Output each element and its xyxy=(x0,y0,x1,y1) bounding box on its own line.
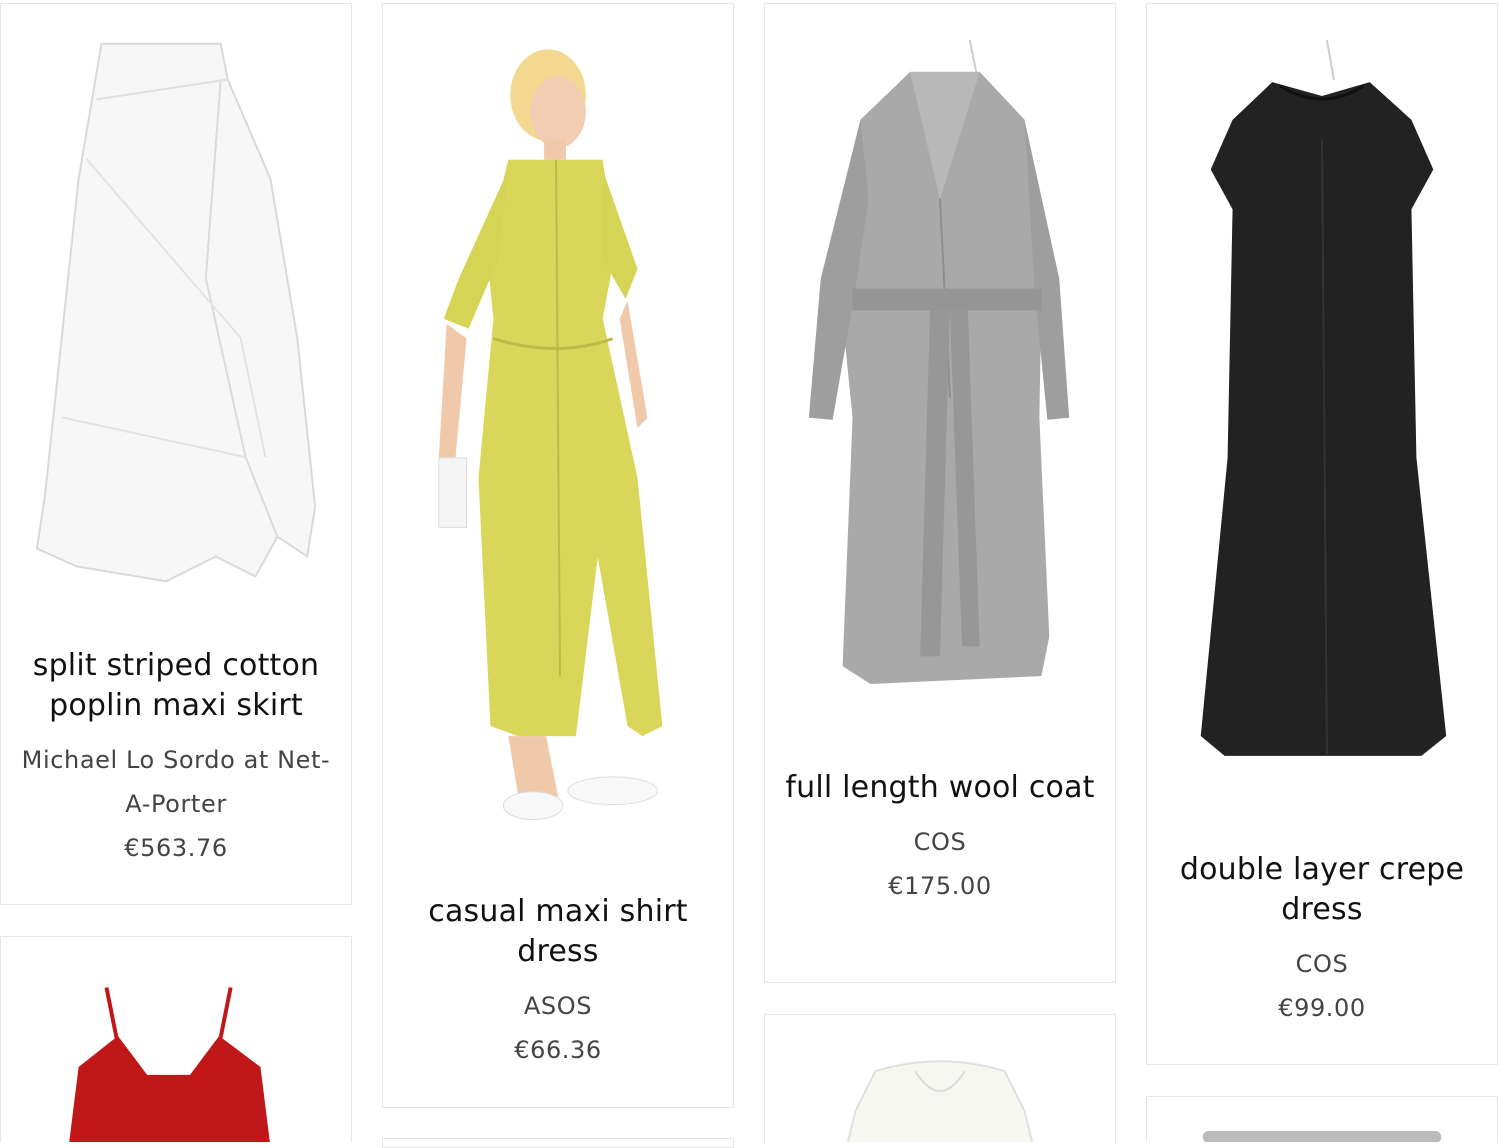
product-link[interactable] xyxy=(1,937,351,1142)
product-card[interactable] xyxy=(382,1138,734,1148)
product-image[interactable] xyxy=(17,38,335,588)
product-price: €99.00 xyxy=(1278,994,1366,1022)
product-price: €175.00 xyxy=(888,872,992,900)
product-name[interactable]: split striped cotton poplin maxi skirt xyxy=(15,646,337,726)
product-card[interactable] xyxy=(764,1014,1116,1142)
product-image[interactable] xyxy=(1163,38,1481,788)
product-store: ASOS xyxy=(523,992,593,1020)
product-price: €66.36 xyxy=(514,1036,602,1064)
product-image[interactable] xyxy=(781,1051,1099,1142)
product-card[interactable] xyxy=(1146,1096,1498,1142)
product-card[interactable]: split striped cotton poplin maxi skirt M… xyxy=(0,3,352,905)
skirt-image xyxy=(35,42,317,583)
grey-top-image xyxy=(1202,1131,1442,1142)
product-link[interactable]: double layer crepe dress COS €99.00 xyxy=(1147,4,1497,1064)
product-card[interactable]: double layer crepe dress COS €99.00 xyxy=(1146,3,1498,1065)
product-store: Michael Lo Sordo at Net-A-Porter xyxy=(21,746,331,818)
product-link[interactable] xyxy=(1147,1097,1497,1142)
coat-image xyxy=(808,39,1070,685)
product-name[interactable]: double layer crepe dress xyxy=(1161,850,1483,930)
product-image[interactable] xyxy=(399,38,717,828)
black-dress-image xyxy=(1200,40,1447,756)
red-top-image xyxy=(69,987,270,1142)
product-link[interactable]: split striped cotton poplin maxi skirt M… xyxy=(1,4,351,904)
product-image[interactable] xyxy=(781,38,1099,710)
product-card[interactable]: casual maxi shirt dress ASOS €66.36 xyxy=(382,3,734,1108)
product-link[interactable]: casual maxi shirt dress ASOS €66.36 xyxy=(383,4,733,1107)
product-image[interactable] xyxy=(1163,1127,1481,1142)
product-link[interactable] xyxy=(765,1015,1115,1142)
product-store: COS xyxy=(1295,950,1349,978)
dress-image xyxy=(438,49,663,821)
product-link[interactable]: full length wool coat COS €175.00 xyxy=(765,4,1115,982)
product-price: €563.76 xyxy=(124,834,228,862)
product-name[interactable]: casual maxi shirt dress xyxy=(397,892,719,972)
product-card[interactable] xyxy=(0,936,352,1142)
product-card[interactable]: full length wool coat COS €175.00 xyxy=(764,3,1116,983)
product-store: COS xyxy=(913,828,967,856)
product-image[interactable] xyxy=(17,977,335,1142)
product-name[interactable]: full length wool coat xyxy=(779,768,1101,808)
white-blouse-image xyxy=(846,1060,1034,1142)
